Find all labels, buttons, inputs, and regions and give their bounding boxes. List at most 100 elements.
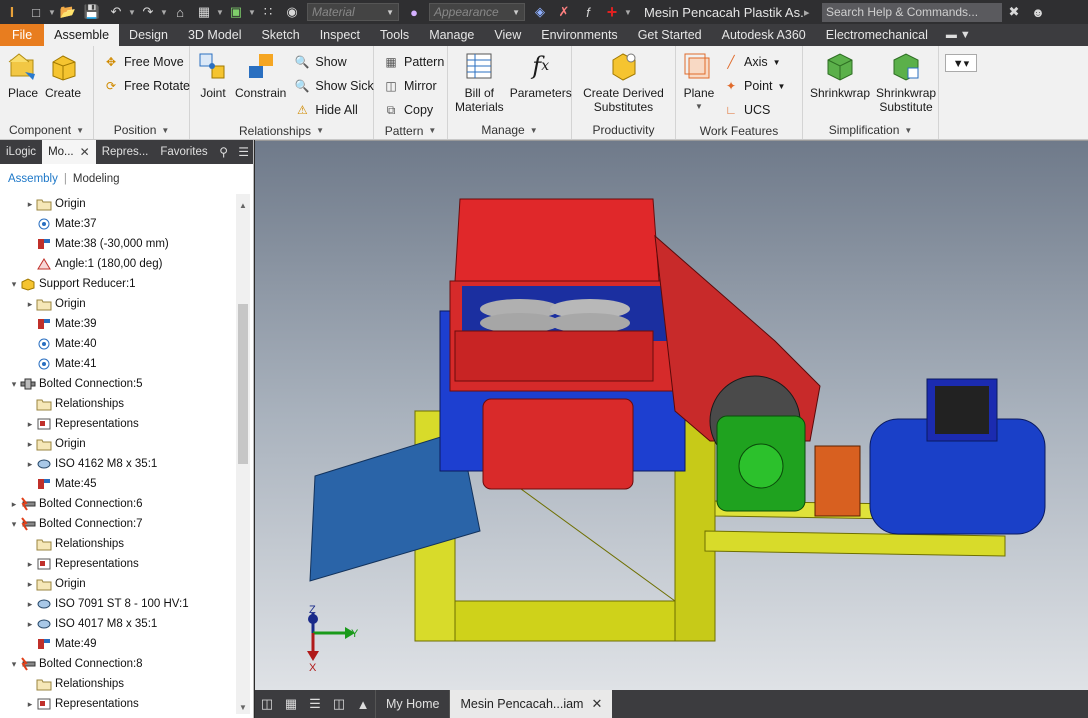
- search-clear-icon[interactable]: ✖: [1004, 2, 1024, 22]
- chevron-up-icon[interactable]: ▲: [236, 198, 250, 212]
- clear-override-icon[interactable]: ✗: [554, 2, 574, 22]
- place-button[interactable]: Place: [7, 50, 39, 100]
- browser-tab-representations[interactable]: Repres...: [96, 140, 155, 164]
- tab-3d-model[interactable]: 3D Model: [178, 24, 252, 46]
- shrinkwrap-button[interactable]: Shrinkwrap: [810, 50, 870, 100]
- doc-tab-home[interactable]: My Home: [375, 690, 449, 718]
- joint-button[interactable]: Joint: [197, 50, 229, 100]
- tree-row[interactable]: Angle:1 (180,00 deg): [0, 254, 236, 274]
- doc-tab-active[interactable]: Mesin Pencacah...iam ✕: [449, 690, 613, 718]
- tab-file[interactable]: File: [0, 24, 45, 46]
- appearance-icon[interactable]: ●: [404, 2, 424, 22]
- app-logo-icon[interactable]: I: [0, 0, 24, 24]
- home-icon[interactable]: ⌂: [170, 2, 190, 22]
- expander-closed-icon[interactable]: ▸: [24, 459, 36, 470]
- chevron-down-icon[interactable]: ▼: [695, 100, 703, 114]
- tree-row[interactable]: Mate:40: [0, 334, 236, 354]
- tile-columns-icon[interactable]: ◫: [327, 692, 351, 716]
- expander-closed-icon[interactable]: ▸: [24, 419, 36, 430]
- ucs-button[interactable]: ∟ UCS: [722, 98, 785, 122]
- panel-title-simplification[interactable]: Simplification ▼: [803, 121, 938, 139]
- tree-row[interactable]: Mate:41: [0, 354, 236, 374]
- close-icon[interactable]: ✕: [591, 696, 602, 712]
- tree-row[interactable]: ▸ Origin: [0, 194, 236, 214]
- expander-open-icon[interactable]: ▾: [8, 379, 20, 390]
- expander-open-icon[interactable]: ▾: [8, 659, 20, 670]
- scrollbar-thumb[interactable]: [238, 304, 248, 464]
- tree-row[interactable]: ▸ Representations: [0, 414, 236, 434]
- tree-row[interactable]: Mate:38 (-30,000 mm): [0, 234, 236, 254]
- copy-button[interactable]: ⧉ Copy: [382, 98, 444, 122]
- tile-rows-icon[interactable]: ☰: [303, 692, 327, 716]
- point-button[interactable]: ✦ Point ▼: [722, 74, 785, 98]
- expander-closed-icon[interactable]: ▸: [24, 619, 36, 630]
- parameters-button[interactable]: fx Parameters: [510, 50, 572, 100]
- expander-closed-icon[interactable]: ▸: [24, 699, 36, 710]
- show-button[interactable]: 🔍 Show: [293, 50, 373, 74]
- expander-closed-icon[interactable]: ▸: [8, 499, 20, 510]
- orbit-icon[interactable]: ◉: [282, 2, 302, 22]
- tree-row[interactable]: Mate:37: [0, 214, 236, 234]
- panel-title-component[interactable]: Component ▼: [0, 121, 93, 139]
- redo-caret-icon[interactable]: ▼: [160, 8, 168, 17]
- update-icon[interactable]: ▦: [194, 2, 214, 22]
- tab-tools[interactable]: Tools: [370, 24, 419, 46]
- tree-row[interactable]: ▸ Origin: [0, 294, 236, 314]
- tree-row[interactable]: ▾ Support Reducer:1: [0, 274, 236, 294]
- customize-caret-icon[interactable]: ▼: [624, 8, 632, 17]
- electric-motor[interactable]: [869, 378, 1046, 535]
- measure-icon[interactable]: ∷: [258, 2, 278, 22]
- tile-grid-icon[interactable]: ▦: [279, 692, 303, 716]
- chevron-right-icon[interactable]: ▸: [804, 6, 812, 19]
- tab-design[interactable]: Design: [119, 24, 178, 46]
- plane-button[interactable]: Plane ▼: [683, 50, 715, 114]
- tree-row[interactable]: Mate:45: [0, 474, 236, 494]
- expander-open-icon[interactable]: ▾: [8, 519, 20, 530]
- expander-closed-icon[interactable]: ▸: [24, 579, 36, 590]
- tree-row[interactable]: Relationships: [0, 674, 236, 694]
- tree-row[interactable]: ▸ ISO 4017 M8 x 35:1: [0, 614, 236, 634]
- undo-caret-icon[interactable]: ▼: [128, 8, 136, 17]
- tab-get-started[interactable]: Get Started: [628, 24, 712, 46]
- tree-row[interactable]: ▸ ISO 7091 ST 8 - 100 HV:1: [0, 594, 236, 614]
- chevron-down-icon[interactable]: ▼: [236, 700, 250, 714]
- tree-row[interactable]: Relationships: [0, 394, 236, 414]
- browser-tab-model[interactable]: Mo... ✕: [42, 140, 96, 164]
- redo-icon[interactable]: ↷: [138, 2, 158, 22]
- expander-closed-icon[interactable]: ▸: [24, 439, 36, 450]
- axis-button[interactable]: ╱ Axis ▼: [722, 50, 785, 74]
- expander-closed-icon[interactable]: ▸: [24, 599, 36, 610]
- search-input[interactable]: Search Help & Commands...: [822, 2, 1002, 22]
- ribbon-overflow-dropdown[interactable]: ▼▾: [945, 54, 977, 72]
- tree-row[interactable]: ▸ ISO 4162 M8 x 35:1: [0, 454, 236, 474]
- tree-row[interactable]: ▾ Bolted Connection:5: [0, 374, 236, 394]
- browser-tab-ilogic[interactable]: iLogic: [0, 140, 42, 164]
- panel-title-pattern[interactable]: Pattern ▼: [374, 122, 447, 139]
- tree-row[interactable]: ▸ Origin: [0, 574, 236, 594]
- new-caret-icon[interactable]: ▼: [48, 8, 56, 17]
- tree-row[interactable]: Mate:49: [0, 634, 236, 654]
- mode-modeling[interactable]: Modeling: [73, 173, 120, 185]
- hide-all-button[interactable]: ⚠ Hide All: [293, 98, 373, 122]
- create-derived-substitutes-button[interactable]: Create Derived Substitutes: [583, 50, 664, 114]
- material-dropdown[interactable]: Material ▼: [307, 3, 399, 21]
- update-caret-icon[interactable]: ▼: [216, 8, 224, 17]
- tab-inspect[interactable]: Inspect: [310, 24, 370, 46]
- tree-row[interactable]: ▸ Representations: [0, 554, 236, 574]
- expander-open-icon[interactable]: ▾: [8, 279, 20, 290]
- close-icon[interactable]: ✕: [80, 145, 90, 159]
- green-gearbox[interactable]: [716, 415, 806, 512]
- menu-icon[interactable]: ☰: [234, 145, 254, 159]
- show-sick-button[interactable]: 🔍 Show Sick: [293, 74, 374, 98]
- user-icon[interactable]: ☻: [1028, 2, 1048, 22]
- tree-row[interactable]: Mate:39: [0, 314, 236, 334]
- mode-assembly[interactable]: Assembly: [8, 173, 58, 185]
- tree-row[interactable]: ▸ Origin: [0, 434, 236, 454]
- tree-row[interactable]: ▸ Bolted Connection:6: [0, 494, 236, 514]
- constrain-button[interactable]: Constrain: [235, 50, 286, 100]
- tab-autodesk-a360[interactable]: Autodesk A360: [712, 24, 816, 46]
- panel-title-position[interactable]: Position ▼: [94, 121, 189, 139]
- chevron-up-icon[interactable]: ▲: [351, 692, 375, 716]
- panel-title-relationships[interactable]: Relationships ▼: [190, 122, 373, 139]
- free-move-button[interactable]: ✥ Free Move: [102, 50, 190, 74]
